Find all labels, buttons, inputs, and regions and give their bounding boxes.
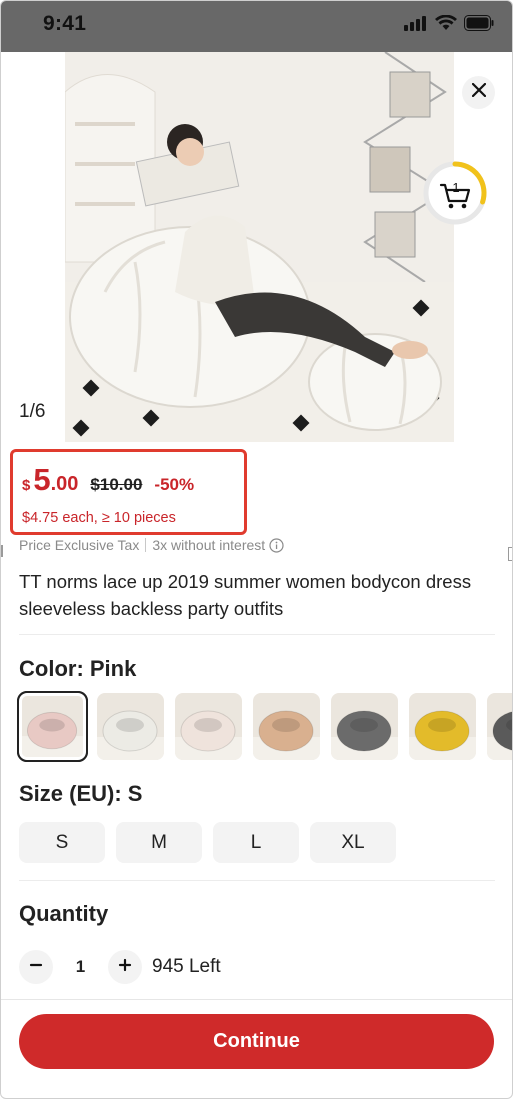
- status-icons: [404, 14, 494, 36]
- divider: [19, 634, 495, 635]
- image-counter: 1/6: [19, 401, 46, 422]
- price-currency: $: [22, 477, 31, 494]
- color-swatch-beige[interactable]: [253, 693, 320, 760]
- plus-icon: [118, 958, 132, 977]
- quantity-value[interactable]: 1: [53, 957, 108, 977]
- status-bar: 9:41: [1, 1, 512, 52]
- bulk-price: $4.75 each, ≥ 10 pieces: [22, 510, 176, 526]
- product-title: TT norms lace up 2019 summer women bodyc…: [19, 571, 472, 619]
- discount-badge: -50%: [154, 475, 195, 494]
- size-option-l[interactable]: L: [213, 822, 299, 863]
- swatch-thumbnail: [487, 693, 512, 760]
- size-label: Size (EU): S: [19, 781, 143, 806]
- status-time: 9:41: [43, 12, 87, 35]
- swatch-thumbnail: [97, 693, 164, 760]
- info-icon[interactable]: [269, 537, 284, 553]
- color-label: Color: Pink: [19, 656, 137, 681]
- divider: [19, 880, 495, 881]
- cart-count: 1: [452, 180, 459, 195]
- close-icon: [471, 82, 486, 102]
- price-row: $ 5 .00 $10.00 -50%: [22, 464, 194, 496]
- minus-icon: [29, 958, 43, 977]
- continue-button[interactable]: Continue: [19, 1014, 494, 1069]
- size-option-s[interactable]: S: [19, 822, 105, 863]
- tax-divider: [145, 538, 147, 552]
- color-swatch-cream[interactable]: [175, 693, 242, 760]
- product-sheet: 9:41 1 1/6 $ 5 .00 $10.00 -50% $4.75 eac…: [0, 0, 513, 1099]
- swatch-thumbnail: [331, 693, 398, 760]
- color-swatch-grey[interactable]: [331, 693, 398, 760]
- color-swatch-pink[interactable]: [17, 691, 88, 762]
- battery-icon: [464, 15, 494, 36]
- decrease-quantity-button[interactable]: [19, 950, 53, 984]
- price-decimal: .00: [50, 473, 79, 495]
- price-integer: 5: [33, 462, 51, 497]
- color-swatch-white[interactable]: [97, 693, 164, 760]
- swatch-thumbnail: [253, 693, 320, 760]
- footer-divider: [1, 999, 512, 1000]
- wifi-icon: [435, 14, 457, 36]
- swatch-thumbnail: [22, 696, 83, 757]
- tax-info: Price Exclusive Tax 3x without interest: [19, 537, 284, 553]
- edge-handle-left: [1, 545, 3, 557]
- original-price: $10.00: [90, 475, 143, 494]
- edge-handle-right: [508, 547, 512, 561]
- product-image[interactable]: [65, 52, 454, 442]
- installment-label: 3x without interest: [152, 537, 266, 553]
- signal-icon: [404, 15, 428, 36]
- tax-exclusive-label: Price Exclusive Tax: [19, 537, 140, 553]
- size-options: S M L XL: [19, 822, 396, 863]
- quantity-stepper: 1 945 Left: [19, 950, 221, 984]
- color-swatch-row: [17, 691, 512, 762]
- price-highlight-box: $ 5 .00 $10.00 -50% $4.75 each, ≥ 10 pie…: [10, 449, 247, 535]
- stock-left: 945 Left: [152, 956, 221, 977]
- close-button[interactable]: [462, 76, 495, 109]
- bean-bag-photo: [65, 52, 454, 442]
- color-swatch-yellow[interactable]: [409, 693, 476, 760]
- swatch-thumbnail: [175, 693, 242, 760]
- increase-quantity-button[interactable]: [108, 950, 142, 984]
- cart-button[interactable]: 1: [421, 159, 489, 227]
- size-option-xl[interactable]: XL: [310, 822, 396, 863]
- quantity-label: Quantity: [19, 901, 109, 926]
- size-option-m[interactable]: M: [116, 822, 202, 863]
- swatch-thumbnail: [409, 693, 476, 760]
- color-swatch-dark-grey[interactable]: [487, 693, 512, 760]
